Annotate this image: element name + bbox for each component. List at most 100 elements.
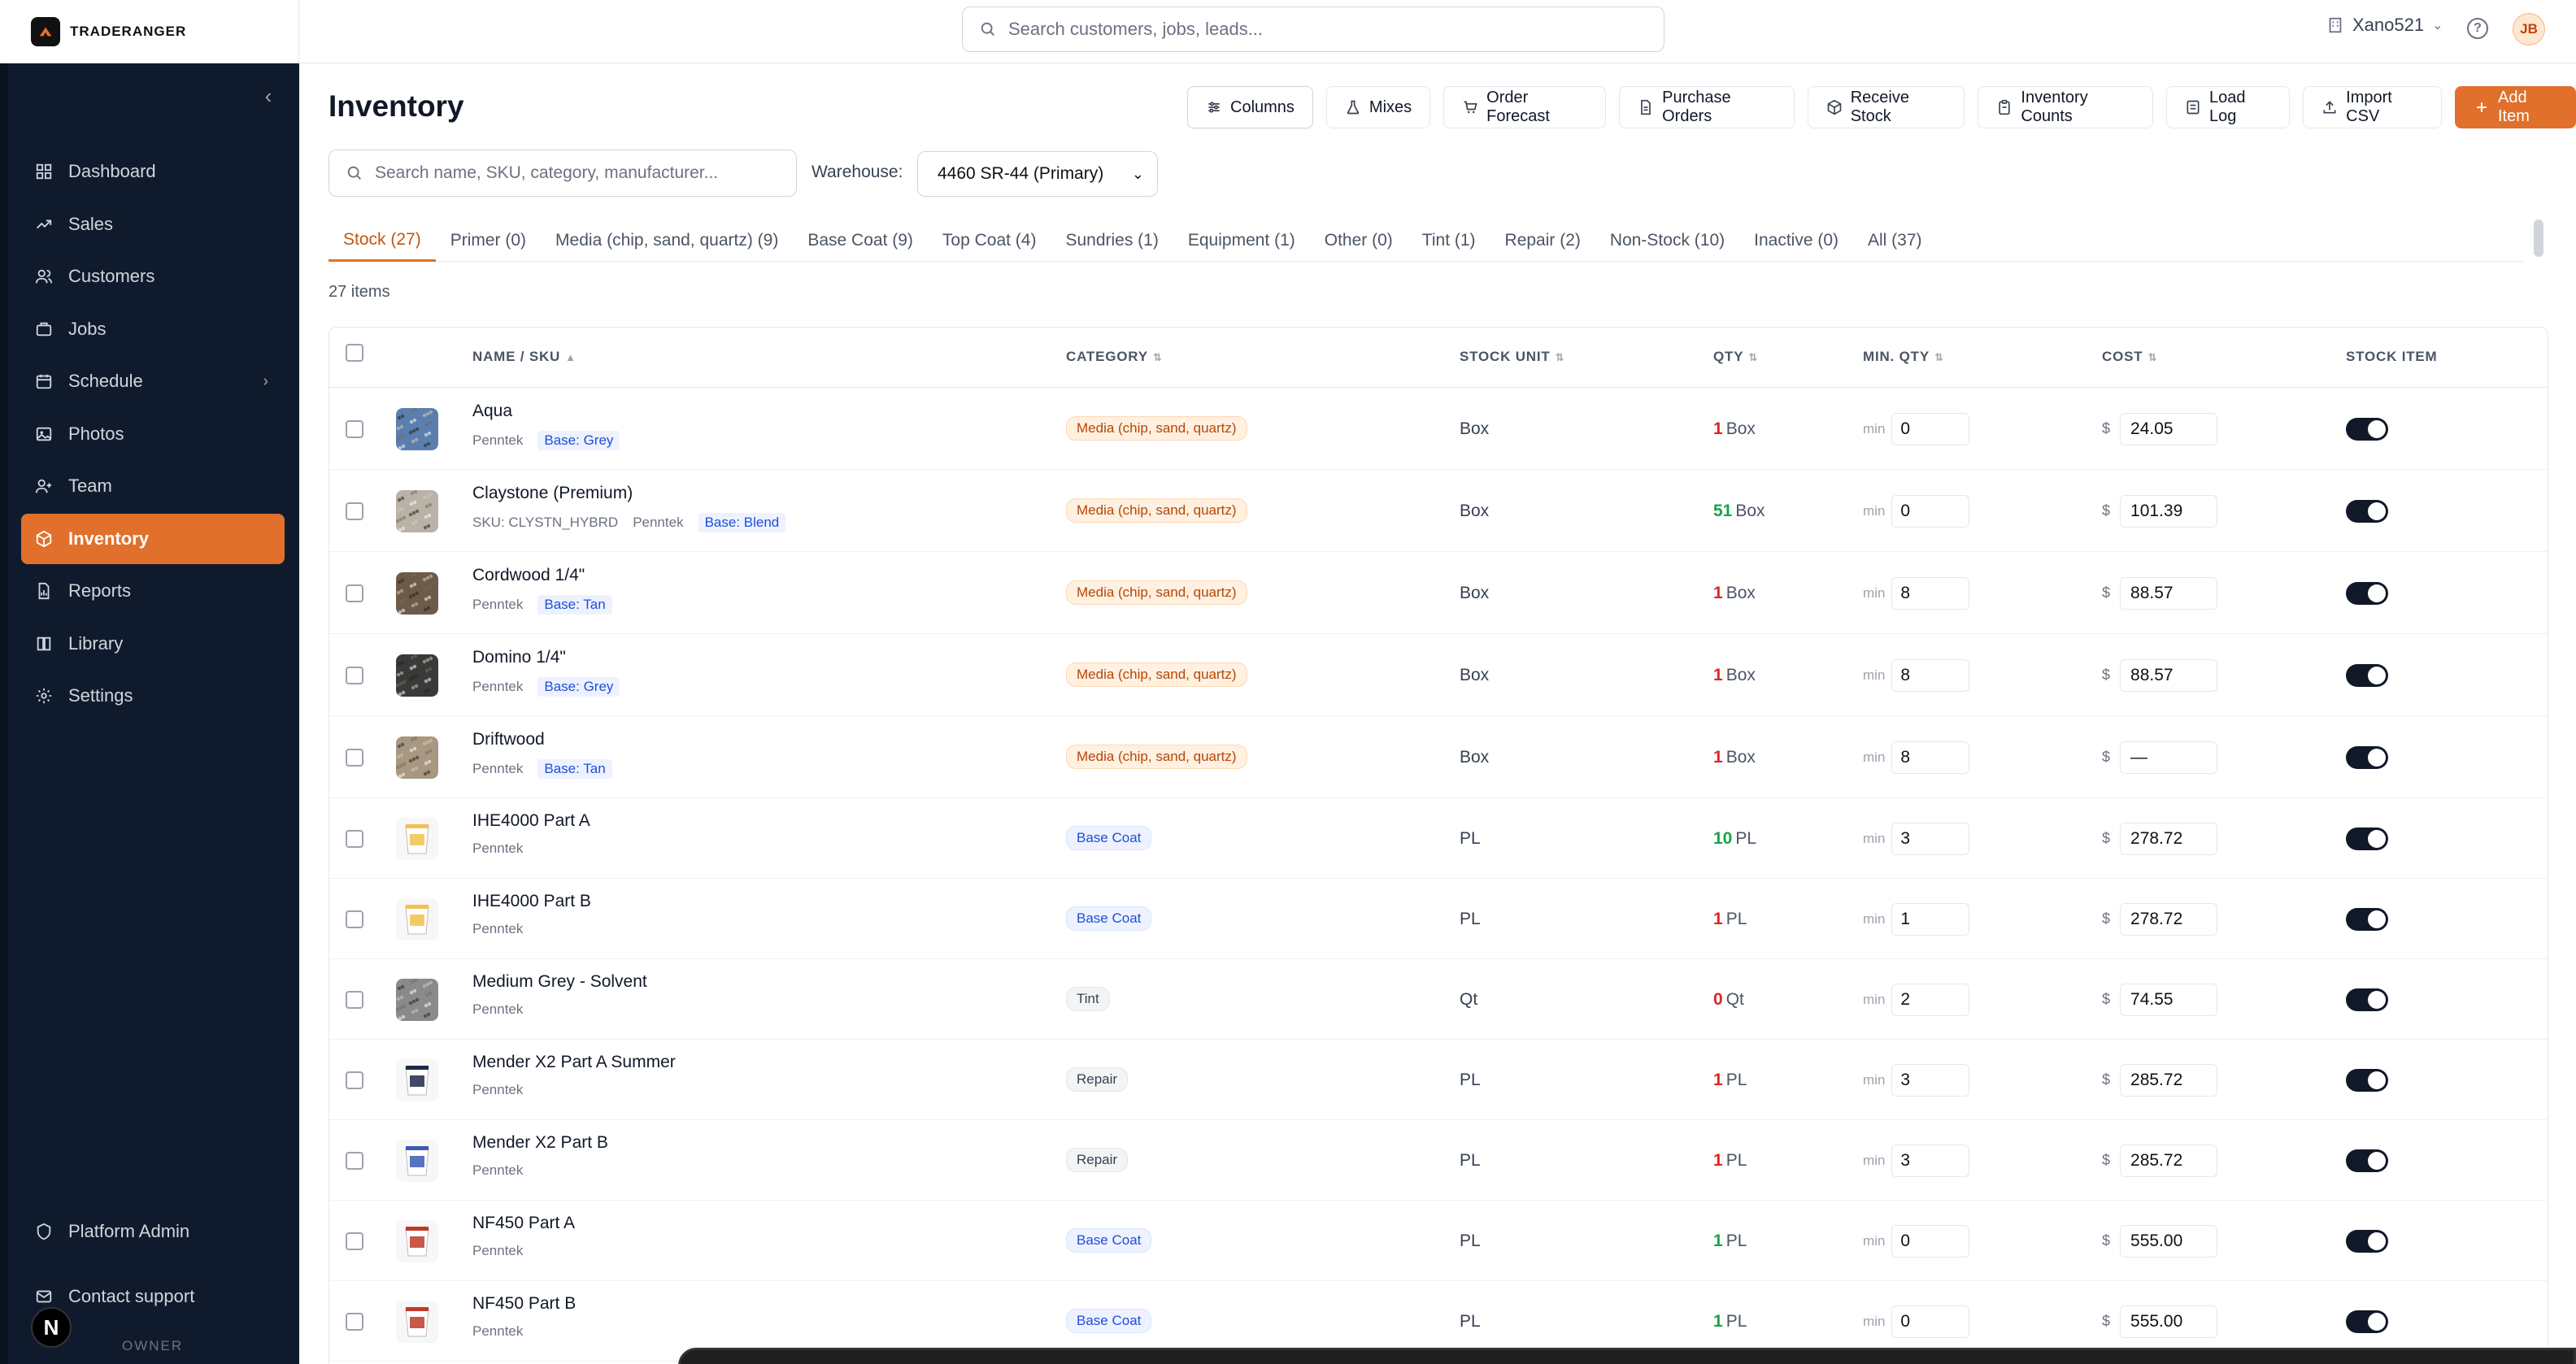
item-name[interactable]: IHE4000 Part A bbox=[472, 811, 590, 831]
avatar[interactable]: JB bbox=[2513, 13, 2545, 46]
stock-item-toggle[interactable] bbox=[2346, 1310, 2388, 1333]
sidebar-item-team[interactable]: Team bbox=[21, 461, 285, 511]
scrollbar[interactable] bbox=[2534, 219, 2543, 257]
warehouse-select[interactable]: 4460 SR-44 (Primary) ⌄ bbox=[917, 151, 1158, 197]
sidebar-item-jobs[interactable]: Jobs bbox=[21, 304, 285, 354]
header-cost[interactable]: COST ⇅ bbox=[2102, 349, 2157, 365]
item-name[interactable]: Aqua bbox=[472, 402, 512, 421]
cost-input[interactable]: — bbox=[2120, 741, 2218, 774]
table-row[interactable]: Claystone (Premium) SKU: CLYSTN_HYBRD Pe… bbox=[329, 470, 2548, 552]
table-row[interactable]: Aqua Penntek Base: Grey Media (chip, san… bbox=[329, 388, 2548, 470]
tab-top-coat-4[interactable]: Top Coat (4) bbox=[928, 219, 1051, 262]
table-row[interactable]: IHE4000 Part B Penntek Base Coat PL 1 PL … bbox=[329, 879, 2548, 959]
cost-input[interactable]: 555.00 bbox=[2120, 1224, 2218, 1258]
row-checkbox[interactable] bbox=[346, 419, 363, 438]
row-checkbox[interactable] bbox=[346, 666, 363, 684]
columns-button[interactable]: Columns bbox=[1187, 86, 1313, 128]
sidebar-item-photos[interactable]: Photos bbox=[21, 409, 285, 459]
help-icon[interactable]: ? bbox=[2467, 18, 2488, 39]
min-qty-input[interactable]: 1 bbox=[1891, 902, 1970, 936]
min-qty-input[interactable]: 3 bbox=[1891, 1144, 1970, 1177]
collapse-sidebar-icon[interactable]: ‹ bbox=[254, 81, 283, 111]
table-row[interactable]: NF450 Part A Penntek Base Coat PL 1 PL mi… bbox=[329, 1201, 2548, 1281]
row-checkbox[interactable] bbox=[346, 1232, 363, 1250]
stock-item-toggle[interactable] bbox=[2346, 988, 2388, 1011]
tab-media-chip-sand-quartz-9[interactable]: Media (chip, sand, quartz) (9) bbox=[541, 219, 793, 262]
header-qty[interactable]: QTY ⇅ bbox=[1713, 349, 1758, 365]
add-item-button[interactable]: Add Item bbox=[2455, 86, 2576, 128]
min-qty-input[interactable]: 2 bbox=[1891, 983, 1970, 1016]
row-checkbox[interactable] bbox=[346, 1151, 363, 1170]
sidebar-item-customers[interactable]: Customers bbox=[21, 251, 285, 302]
table-row[interactable]: Mender X2 Part B Penntek Repair PL 1 PL m… bbox=[329, 1120, 2548, 1201]
stock-item-toggle[interactable] bbox=[2346, 1229, 2388, 1253]
row-checkbox[interactable] bbox=[346, 910, 363, 928]
row-checkbox[interactable] bbox=[346, 502, 363, 520]
stock-item-toggle[interactable] bbox=[2346, 581, 2388, 605]
header-name[interactable]: NAME / SKU ▲ bbox=[472, 349, 577, 365]
min-qty-input[interactable]: 3 bbox=[1891, 1063, 1970, 1097]
sidebar-item-settings[interactable]: Settings bbox=[21, 671, 285, 721]
tab-other-0[interactable]: Other (0) bbox=[1310, 219, 1408, 262]
import-csv-button[interactable]: Import CSV bbox=[2303, 86, 2442, 128]
header-stock-unit[interactable]: STOCK UNIT ⇅ bbox=[1460, 349, 1564, 365]
table-row[interactable]: Mender X2 Part A Summer Penntek Repair P… bbox=[329, 1040, 2548, 1120]
sidebar-item-reports[interactable]: Reports bbox=[21, 566, 285, 616]
stock-item-toggle[interactable] bbox=[2346, 1149, 2388, 1172]
load-log-button[interactable]: Load Log bbox=[2166, 86, 2291, 128]
order-forecast-button[interactable]: Order Forecast bbox=[1443, 86, 1607, 128]
item-name[interactable]: IHE4000 Part B bbox=[472, 892, 591, 911]
row-checkbox[interactable] bbox=[346, 748, 363, 767]
stock-item-toggle[interactable] bbox=[2346, 663, 2388, 687]
tab-inactive-0[interactable]: Inactive (0) bbox=[1739, 219, 1853, 262]
sidebar-item-platform-admin[interactable]: Platform Admin bbox=[21, 1206, 285, 1257]
tab-primer-0[interactable]: Primer (0) bbox=[436, 219, 541, 262]
item-name[interactable]: Mender X2 Part B bbox=[472, 1133, 608, 1153]
min-qty-input[interactable]: 0 bbox=[1891, 1224, 1970, 1258]
inventory-search-input[interactable] bbox=[375, 163, 781, 183]
min-qty-input[interactable]: 8 bbox=[1891, 576, 1970, 610]
header-min-qty[interactable]: MIN. QTY ⇅ bbox=[1863, 349, 1944, 365]
account-switcher[interactable]: Xano521 ⌄ bbox=[2326, 15, 2443, 36]
header-category[interactable]: CATEGORY ⇅ bbox=[1066, 349, 1163, 365]
tab-repair-2[interactable]: Repair (2) bbox=[1490, 219, 1595, 262]
row-checkbox[interactable] bbox=[346, 829, 363, 848]
stock-item-toggle[interactable] bbox=[2346, 1068, 2388, 1092]
cost-input[interactable]: 24.05 bbox=[2120, 412, 2218, 445]
sidebar-item-dashboard[interactable]: Dashboard bbox=[21, 146, 285, 197]
item-name[interactable]: NF450 Part B bbox=[472, 1294, 576, 1314]
sidebar-item-library[interactable]: Library bbox=[21, 619, 285, 669]
tab-all-37[interactable]: All (37) bbox=[1853, 219, 1937, 262]
stock-item-toggle[interactable] bbox=[2346, 417, 2388, 441]
tab-non-stock-10[interactable]: Non-Stock (10) bbox=[1595, 219, 1739, 262]
item-name[interactable]: Medium Grey - Solvent bbox=[472, 972, 647, 992]
global-search-input[interactable] bbox=[1008, 19, 1643, 40]
item-name[interactable]: NF450 Part A bbox=[472, 1214, 575, 1233]
item-name[interactable]: Cordwood 1/4" bbox=[472, 566, 585, 585]
cost-input[interactable]: 88.57 bbox=[2120, 576, 2218, 610]
cost-input[interactable]: 285.72 bbox=[2120, 1144, 2218, 1177]
table-row[interactable]: Driftwood Penntek Base: Tan Media (chip,… bbox=[329, 716, 2548, 798]
purchase-orders-button[interactable]: Purchase Orders bbox=[1619, 86, 1795, 128]
cost-input[interactable]: 88.57 bbox=[2120, 658, 2218, 692]
cost-input[interactable]: 278.72 bbox=[2120, 902, 2218, 936]
min-qty-input[interactable]: 8 bbox=[1891, 741, 1970, 774]
row-checkbox[interactable] bbox=[346, 990, 363, 1009]
select-all-checkbox[interactable] bbox=[346, 344, 363, 362]
table-row[interactable]: IHE4000 Part A Penntek Base Coat PL 10 PL… bbox=[329, 798, 2548, 879]
item-name[interactable]: Domino 1/4" bbox=[472, 648, 566, 667]
mixes-button[interactable]: Mixes bbox=[1325, 86, 1431, 128]
row-checkbox[interactable] bbox=[346, 584, 363, 602]
min-qty-input[interactable]: 0 bbox=[1891, 494, 1970, 528]
row-checkbox[interactable] bbox=[346, 1312, 363, 1331]
cost-input[interactable]: 285.72 bbox=[2120, 1063, 2218, 1097]
table-row[interactable]: Domino 1/4" Penntek Base: Grey Media (ch… bbox=[329, 634, 2548, 716]
min-qty-input[interactable]: 0 bbox=[1891, 1305, 1970, 1338]
stock-item-toggle[interactable] bbox=[2346, 907, 2388, 931]
sidebar-item-schedule[interactable]: Schedule › bbox=[21, 356, 285, 406]
min-qty-input[interactable]: 8 bbox=[1891, 658, 1970, 692]
receive-stock-button[interactable]: Receive Stock bbox=[1807, 86, 1965, 128]
tab-equipment-1[interactable]: Equipment (1) bbox=[1173, 219, 1310, 262]
global-search[interactable] bbox=[962, 7, 1664, 52]
cost-input[interactable]: 74.55 bbox=[2120, 983, 2218, 1016]
